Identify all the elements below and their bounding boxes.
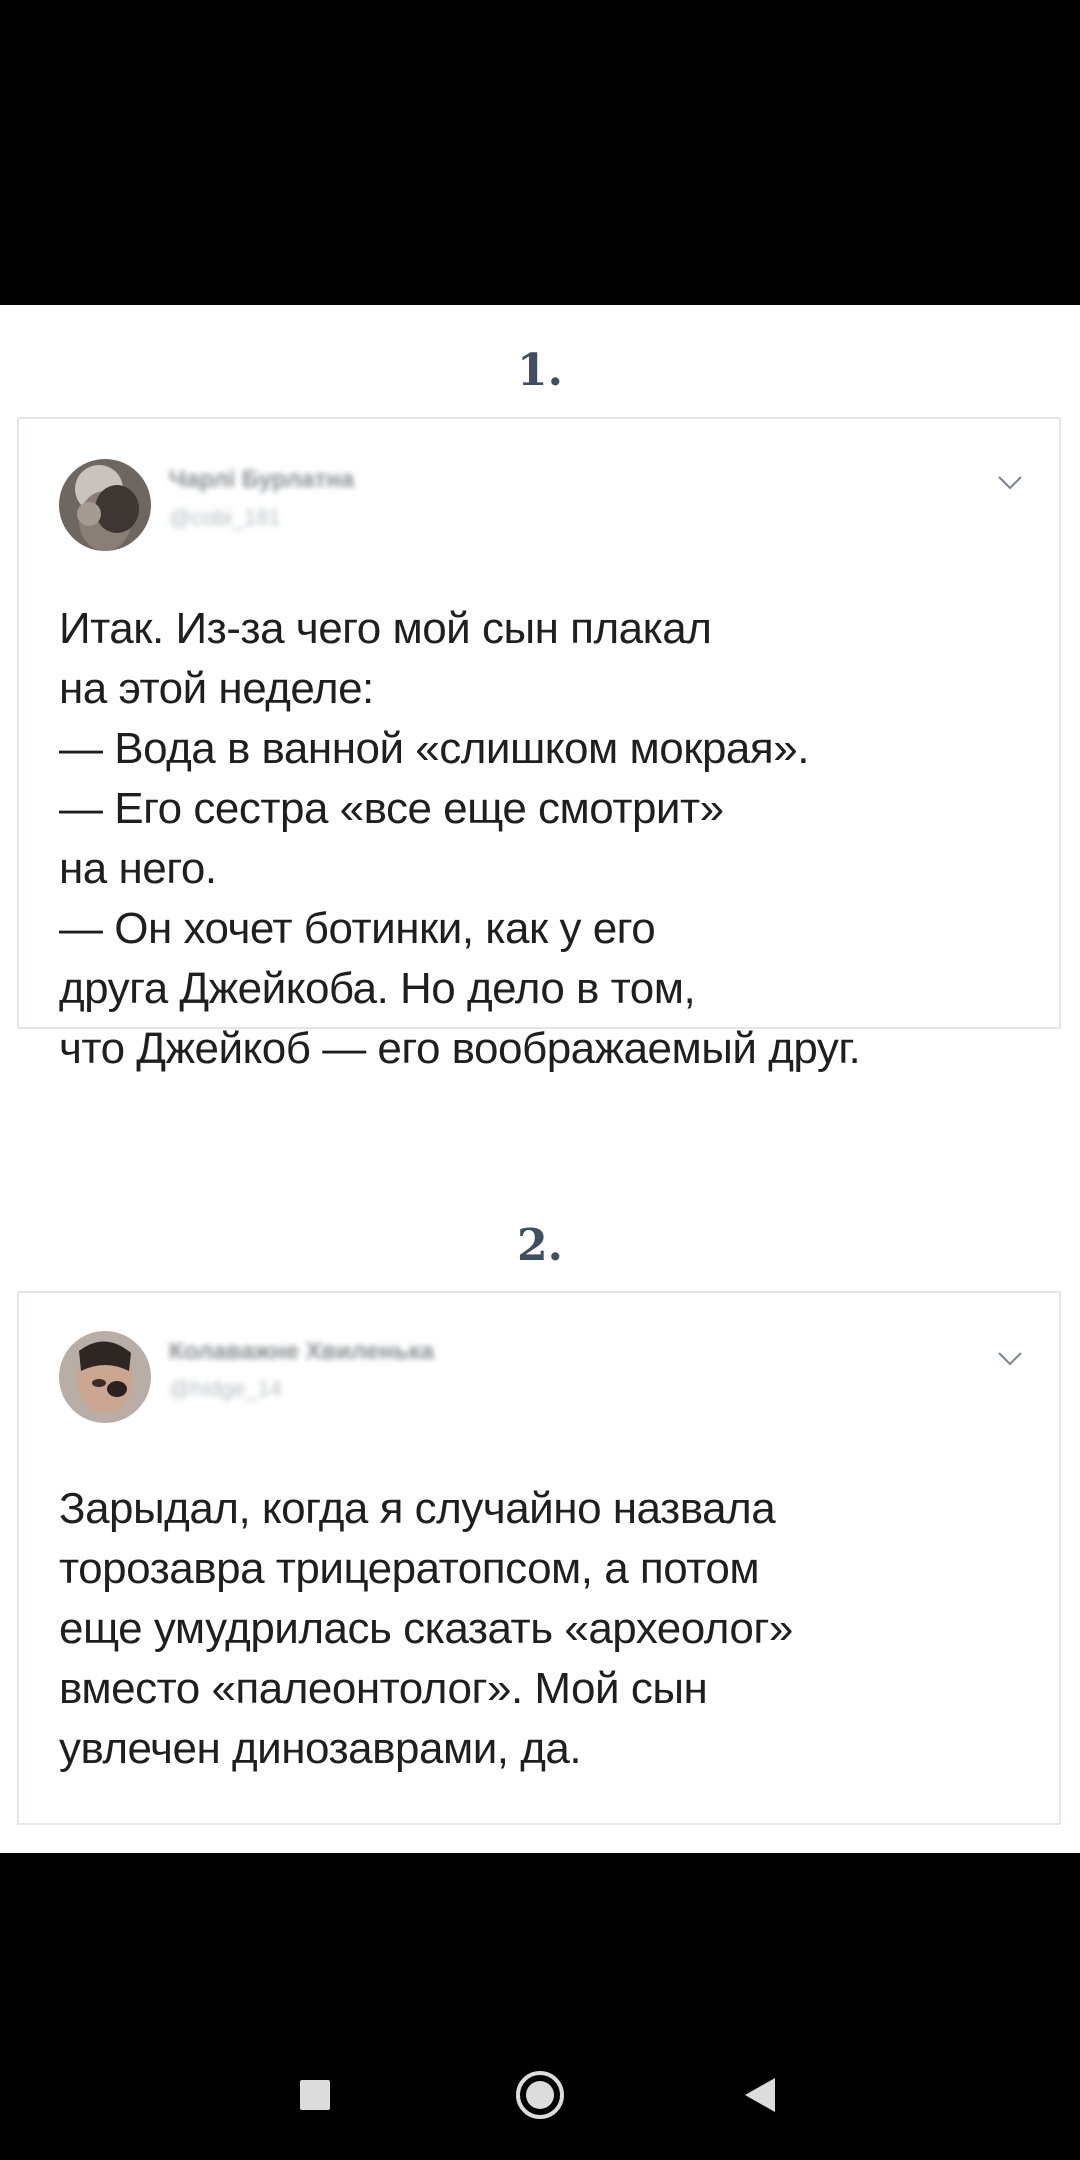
home-button[interactable]	[505, 2060, 575, 2130]
author-name: Колаважне Хвиленька	[169, 1338, 435, 1365]
chevron-down-icon[interactable]	[997, 1351, 1023, 1367]
back-triangle-icon	[745, 2078, 775, 2112]
meme-image: 1. Чарлі Бурлатна @cobi_181 Итак. Из-за …	[0, 305, 1080, 1853]
section-number-2: 2.	[517, 1220, 563, 1271]
section-number-1: 1.	[517, 345, 563, 396]
author-handle: @hidge_14	[169, 1376, 282, 1401]
author-handle: @cobi_181	[169, 505, 281, 530]
avatar	[59, 459, 151, 551]
tweet-card-1: Чарлі Бурлатна @cobi_181 Итак. Из-за чег…	[17, 417, 1061, 1073]
author-name: Чарлі Бурлатна	[169, 466, 355, 493]
chevron-down-icon[interactable]	[997, 475, 1023, 491]
status-area	[0, 0, 1080, 305]
home-circle-icon	[516, 2071, 564, 2119]
avatar	[59, 1331, 151, 1423]
square-icon	[300, 2080, 330, 2110]
tweet-text: Итак. Из-за чего мой сын плакал на этой …	[59, 604, 861, 1073]
recent-apps-button[interactable]	[280, 2060, 350, 2130]
tweet-card-2: Колаважне Хвиленька @hidge_14 Зарыдал, к…	[17, 1291, 1061, 1825]
tweet-text: Зарыдал, когда я случайно назвала тороза…	[59, 1484, 793, 1773]
back-button[interactable]	[725, 2060, 795, 2130]
